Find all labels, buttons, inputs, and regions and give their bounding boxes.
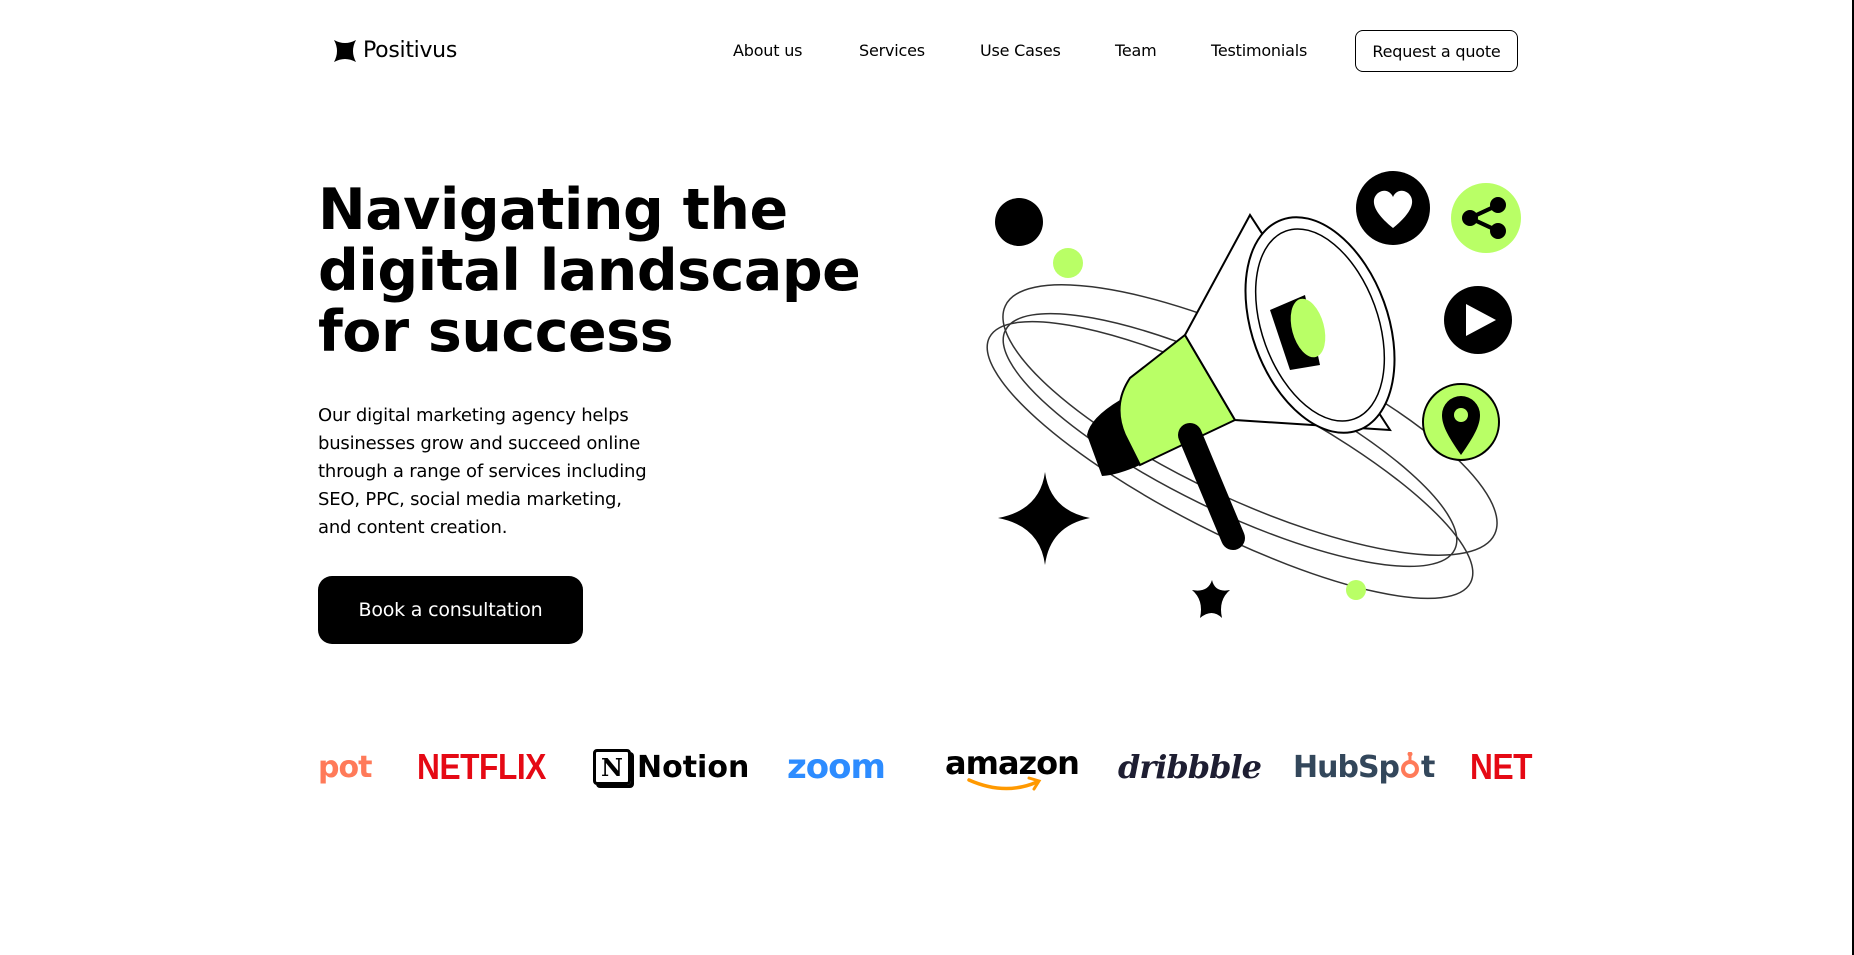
share-bubble	[1451, 183, 1521, 253]
notion-logo: N Notion	[593, 738, 749, 796]
client-logos: pot NETFLIX N Notion zoom amazon dribbbl…	[318, 738, 1534, 796]
hero-description: Our digital marketing agency helps busin…	[318, 402, 698, 542]
site-logo[interactable]: Positivus	[333, 38, 457, 63]
hubspot-text-end: t	[1421, 749, 1435, 785]
nav-services[interactable]: Services	[859, 40, 925, 62]
nav-use-cases[interactable]: Use Cases	[980, 40, 1061, 62]
logo-star-icon	[334, 39, 356, 62]
logo-text: Positivus	[363, 38, 457, 63]
hero-description-line: businesses grow and succeed online	[318, 433, 641, 454]
dribbble-logo: dribbble	[1118, 748, 1262, 786]
notion-mark-icon: N	[593, 749, 631, 785]
hubspot-logo-partial: pot	[318, 738, 372, 796]
hero-title-line: for success	[318, 299, 674, 365]
amazon-smile-icon	[967, 776, 1042, 791]
hubspot-sprocket-icon	[1401, 752, 1420, 778]
hero-title: Navigating the digital landscape for suc…	[318, 180, 878, 363]
hero-title-line: digital landscape	[318, 238, 861, 304]
request-quote-button[interactable]: Request a quote	[1355, 30, 1518, 72]
heart-bubble	[1356, 171, 1430, 245]
nav-about-us[interactable]: About us	[733, 40, 802, 62]
green-dot	[1053, 248, 1083, 278]
page: Positivus About us Services Use Cases Te…	[0, 0, 1854, 955]
play-bubble	[1444, 286, 1512, 354]
zoom-logo: zoom	[787, 747, 886, 787]
hero-description-line: through a range of services including	[318, 461, 647, 482]
hubspot-partial-text: pot	[318, 749, 372, 785]
hubspot-logo: HubSp t	[1293, 738, 1435, 796]
hero-description-line: Our digital marketing agency helps	[318, 405, 629, 426]
sparkle-icon	[998, 472, 1090, 565]
hubspot-text: HubSp	[1293, 749, 1400, 785]
nav-testimonials[interactable]: Testimonials	[1211, 40, 1307, 62]
notion-text: Notion	[637, 749, 750, 785]
sparkle-icon-small	[1192, 580, 1230, 618]
netflix-logo-partial: NETF	[1470, 746, 1534, 787]
hero-illustration	[986, 171, 1521, 618]
green-dot-small	[1346, 580, 1366, 600]
book-consultation-button[interactable]: Book a consultation	[318, 576, 583, 644]
hero-description-line: SEO, PPC, social media marketing,	[318, 489, 622, 510]
netflix-logo: NETFLIX	[417, 746, 546, 787]
location-bubble	[1422, 383, 1500, 461]
hero-title-line: Navigating the	[318, 177, 788, 243]
megaphone-icon	[1087, 213, 1396, 550]
nav-team[interactable]: Team	[1115, 40, 1157, 62]
black-dot	[995, 198, 1043, 246]
amazon-logo: amazon	[945, 738, 1080, 796]
hero-description-line: and content creation.	[318, 517, 508, 538]
